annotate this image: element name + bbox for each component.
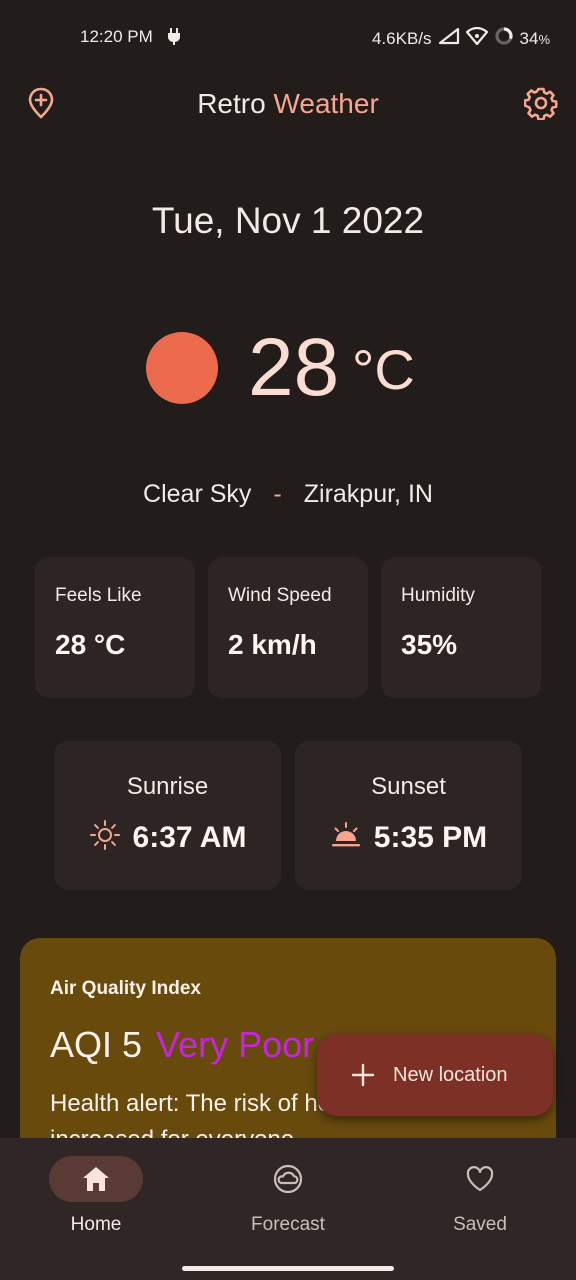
- battery-level: 34%: [519, 28, 550, 48]
- location-text: Zirakpur, IN: [303, 480, 433, 508]
- feels-like-label: Feels Like: [55, 585, 142, 606]
- humidity-value: 35%: [401, 629, 458, 660]
- sunset-time: 5:35 PM: [373, 820, 488, 854]
- nav-saved-label: Saved: [453, 1214, 507, 1235]
- network-speed: 4.6KB/s: [371, 28, 432, 48]
- condition-location: Clear Sky - Zirakpur, IN: [0, 480, 576, 509]
- nav-home[interactable]: Home: [0, 1156, 192, 1246]
- sunrise-icon: [89, 819, 121, 856]
- heart-icon: [466, 1166, 494, 1192]
- battery-icon: [494, 26, 514, 51]
- new-location-button[interactable]: New location: [317, 1034, 553, 1116]
- sunset-icon: [330, 819, 362, 856]
- aqi-value: AQI 5: [50, 1024, 143, 1065]
- current-temperature: 28 °C: [0, 320, 576, 420]
- settings-button[interactable]: [523, 86, 558, 121]
- wifi-icon: [465, 26, 488, 50]
- sunrise-time: 6:37 AM: [132, 820, 247, 854]
- separator: -: [273, 480, 282, 508]
- condition-text: Clear Sky: [143, 480, 252, 508]
- wind-speed-label: Wind Speed: [228, 585, 332, 606]
- sunrise-card: Sunrise 6:37 AM: [54, 741, 281, 890]
- nav-forecast[interactable]: Forecast: [192, 1156, 384, 1246]
- sunset-label: Sunset: [371, 773, 446, 800]
- nav-home-label: Home: [70, 1214, 122, 1235]
- temperature-unit: °C: [352, 338, 415, 401]
- nav-saved[interactable]: Saved: [384, 1156, 576, 1246]
- gear-icon: [523, 87, 558, 121]
- feels-like-value: 28 °C: [55, 629, 126, 660]
- wind-speed-value: 2 km/h: [228, 629, 317, 660]
- clear-sky-sun-icon: [146, 332, 218, 404]
- home-icon: [83, 1167, 109, 1191]
- status-time: 12:20 PM: [80, 27, 153, 46]
- nav-forecast-label: Forecast: [251, 1214, 325, 1235]
- humidity-label: Humidity: [401, 585, 475, 606]
- temperature-value: 28: [248, 322, 340, 413]
- aqi-title: Air Quality Index: [50, 978, 201, 999]
- new-location-label: New location: [393, 1063, 508, 1086]
- app-title: Retro Weather: [197, 88, 379, 119]
- date-heading: Tue, Nov 1 2022: [151, 200, 425, 241]
- sunrise-label: Sunrise: [126, 773, 209, 800]
- status-bar: 12:20 PM 4.6KB/s 34%: [0, 0, 576, 76]
- sunset-card: Sunset 5:35 PM: [295, 741, 522, 890]
- plus-icon: [351, 1063, 375, 1087]
- bottom-navigation: Home Forecast Saved: [0, 1138, 576, 1280]
- feels-like-card: Feels Like 28 °C: [35, 557, 195, 698]
- gesture-bar[interactable]: [182, 1266, 394, 1271]
- screen: 12:20 PM 4.6KB/s 34% Retro Weather Tue, …: [0, 0, 576, 1280]
- aqi-line: AQI 5 Very Poor: [50, 1024, 314, 1066]
- status-right: 4.6KB/s 34%: [372, 26, 550, 51]
- charging-icon: [168, 28, 180, 50]
- app-bar: Retro Weather: [0, 76, 576, 136]
- humidity-card: Humidity 35%: [381, 557, 541, 698]
- signal-icon: [438, 27, 460, 50]
- aqi-status: Very Poor: [156, 1024, 315, 1065]
- wind-speed-card: Wind Speed 2 km/h: [208, 557, 368, 698]
- cloud-icon: [273, 1164, 303, 1194]
